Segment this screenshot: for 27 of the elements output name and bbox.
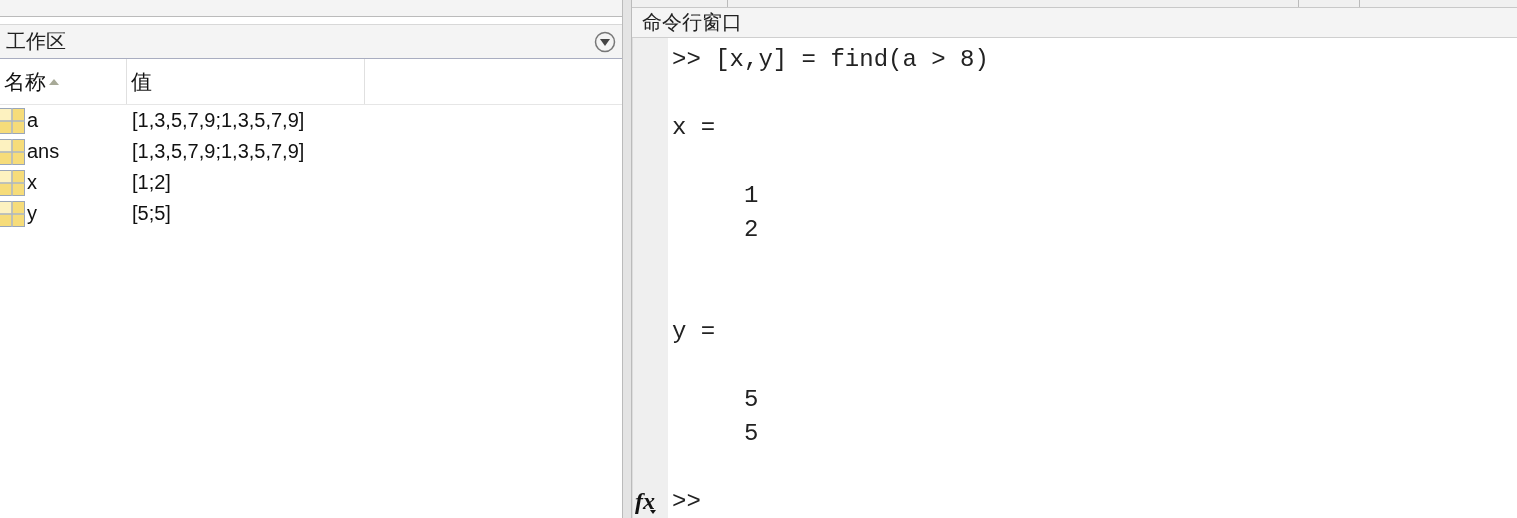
command-text: >> [x,y] = find(a > 8): [672, 45, 989, 73]
panel-title: 工作区: [6, 29, 66, 54]
variable-name[interactable]: x: [27, 171, 37, 194]
matrix-icon: [0, 200, 25, 227]
variable-value: [5;5]: [132, 202, 171, 224]
output-text: 5: [743, 385, 759, 413]
matrix-icon: [0, 138, 25, 165]
output-text: 2: [743, 215, 759, 243]
variable-value: [1,3,5,7,9;1,3,5,7,9]: [132, 140, 305, 162]
command-text: >>: [672, 487, 701, 515]
output-text: 1: [743, 181, 759, 209]
column-header[interactable]: 名称: [0, 59, 127, 104]
panel-title: 命令行窗口: [642, 10, 742, 35]
output-text: x =: [672, 113, 716, 141]
dropdown-menu-icon[interactable]: [594, 30, 616, 53]
variable-value: [1,3,5,7,9;1,3,5,7,9]: [132, 109, 305, 131]
column-header[interactable]: 值: [127, 59, 365, 104]
caret-icon: [650, 510, 656, 514]
output-text: 5: [743, 419, 759, 447]
output-text: y =: [672, 317, 716, 345]
matrix-icon: [0, 107, 25, 134]
variable-name[interactable]: ans: [27, 140, 60, 163]
function-browser-button[interactable]: fx: [635, 487, 656, 515]
variable-name[interactable]: a: [27, 109, 39, 132]
matrix-icon: [0, 169, 25, 196]
variable-name[interactable]: y: [27, 202, 37, 225]
variable-value: [1;2]: [132, 171, 171, 193]
